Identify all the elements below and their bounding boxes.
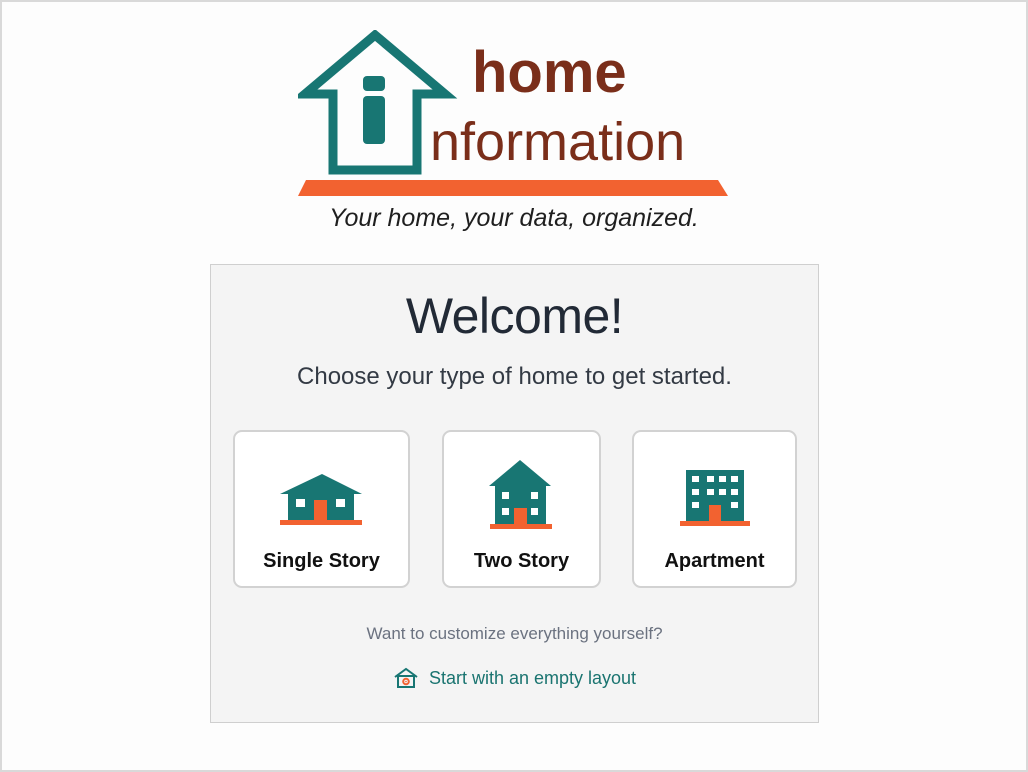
welcome-title: Welcome!	[405, 288, 624, 344]
two-story-house-icon	[488, 460, 552, 529]
start-empty-layout-label: Start with an empty layout	[428, 667, 637, 688]
house-gear-icon	[394, 667, 418, 688]
single-story-option[interactable]: Single Story	[233, 430, 410, 588]
logo-word-nformation: nformation	[430, 112, 685, 172]
tagline: Your home, your data, organized.	[329, 204, 699, 232]
single-story-house-icon	[279, 474, 362, 525]
logo-word-home: home	[472, 40, 627, 105]
welcome-card: Welcome! Choose your type of home to get…	[210, 264, 819, 723]
customize-question: Want to customize everything yourself?	[366, 624, 663, 643]
apartment-building-icon	[679, 470, 750, 526]
two-story-label: Two Story	[473, 550, 570, 572]
welcome-subtitle: Choose your type of home to get started.	[297, 363, 732, 390]
apartment-label: Apartment	[664, 550, 765, 572]
home-information-logo: home nformation	[298, 30, 728, 196]
apartment-option[interactable]: Apartment	[632, 430, 797, 588]
single-story-label: Single Story	[263, 550, 380, 572]
two-story-option[interactable]: Two Story	[442, 430, 601, 588]
start-empty-layout-link[interactable]: Start with an empty layout	[211, 667, 818, 689]
